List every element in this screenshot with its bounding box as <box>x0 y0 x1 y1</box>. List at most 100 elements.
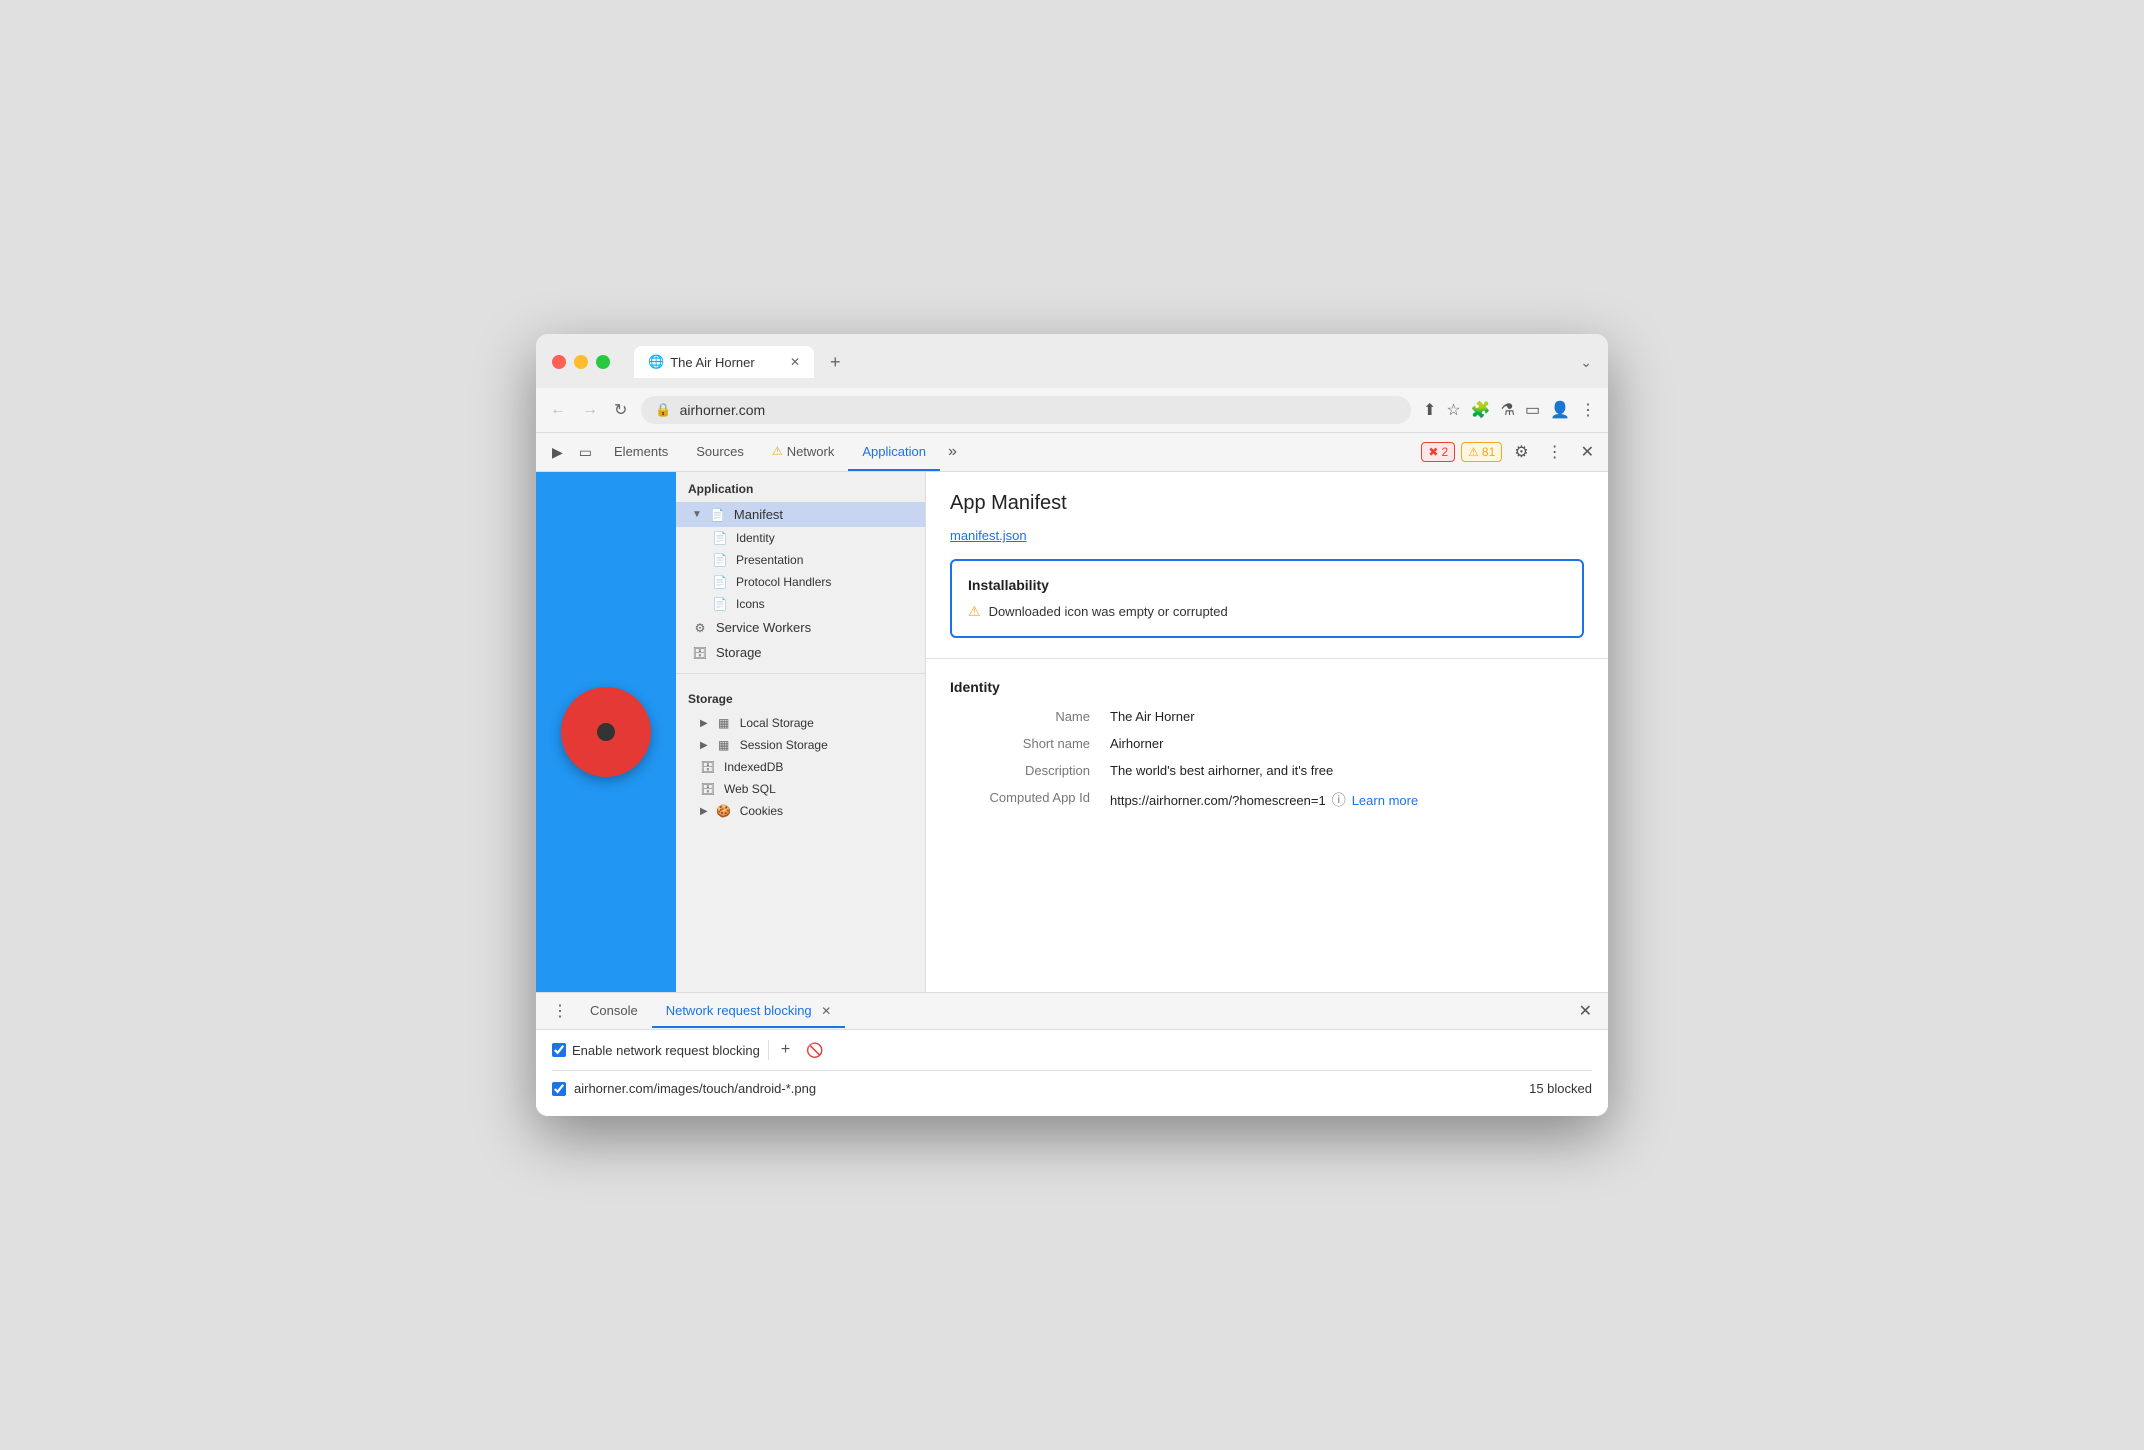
tab-network[interactable]: ⚠ Network <box>758 434 848 471</box>
computed-app-id-value: https://airhorner.com/?homescreen=1 <box>1110 793 1326 808</box>
flask-icon[interactable]: ⚗ <box>1501 400 1515 420</box>
bottom-dots-icon[interactable]: ⋮ <box>544 993 576 1029</box>
back-button[interactable]: ← <box>548 399 568 421</box>
tab-sources[interactable]: Sources <box>682 434 758 471</box>
error-count: 2 <box>1441 445 1448 459</box>
bottom-tab-bar: ⋮ Console Network request blocking ✕ ✕ <box>536 993 1608 1030</box>
warn-icon: ⚠ <box>1468 445 1479 459</box>
devtools-settings-button[interactable]: ⚙ <box>1508 436 1534 468</box>
name-value: The Air Horner <box>1110 709 1195 724</box>
sidebar-sub-item-presentation[interactable]: 📄 Presentation <box>676 549 925 571</box>
cookies-label: Cookies <box>740 804 783 818</box>
bottom-close-all-button[interactable]: ✕ <box>1571 993 1600 1029</box>
devtools-tab-list: Elements Sources ⚠ Network Application » <box>600 433 1421 471</box>
network-blocking-tab-close[interactable]: ✕ <box>821 1004 831 1018</box>
profile-icon[interactable]: 👤 <box>1550 400 1570 420</box>
bottom-tab-console[interactable]: Console <box>576 995 652 1028</box>
name-label: Name <box>950 709 1110 724</box>
installability-warning-text: Downloaded icon was empty or corrupted <box>989 604 1228 619</box>
add-rule-button[interactable]: + <box>777 1041 794 1059</box>
sidebar-item-local-storage[interactable]: ▶ ▦ Local Storage <box>676 712 925 734</box>
sidebar-sub-item-icons[interactable]: 📄 Icons <box>676 593 925 615</box>
identity-row-name: Name The Air Horner <box>950 709 1584 724</box>
sidebar-sub-item-identity[interactable]: 📄 Identity <box>676 527 925 549</box>
new-tab-button[interactable]: + <box>822 348 849 377</box>
warning-triangle-icon: ⚠ <box>968 603 981 620</box>
tab-application[interactable]: Application <box>848 434 940 471</box>
indexeddb-icon: 🗄 <box>700 760 716 774</box>
identity-section-title: Identity <box>950 679 1584 695</box>
browser-tab-active[interactable]: 🌐 The Air Horner ✕ <box>634 346 814 378</box>
learn-more-link[interactable]: Learn more <box>1352 793 1418 808</box>
manifest-json-link[interactable]: manifest.json <box>950 528 1027 543</box>
manifest-file-icon: 📄 <box>710 508 726 522</box>
reload-button[interactable]: ↻ <box>612 398 629 422</box>
warn-badge[interactable]: ⚠ 81 <box>1461 442 1502 462</box>
sidebar-item-storage[interactable]: 🗄 Storage <box>676 640 925 665</box>
storage-label: Storage <box>716 645 762 660</box>
computed-app-id-label: Computed App Id <box>950 790 1110 805</box>
network-warn-icon: ⚠ <box>772 444 783 458</box>
computed-app-id-container: https://airhorner.com/?homescreen=1 ⓘ Le… <box>1110 790 1418 810</box>
maximize-traffic-light[interactable] <box>596 355 610 369</box>
tab-elements[interactable]: Elements <box>600 434 682 471</box>
tab-chevron-icon[interactable]: ⌄ <box>1580 354 1592 371</box>
enable-blocking-checkbox[interactable] <box>552 1043 566 1057</box>
tab-application-label: Application <box>862 444 926 459</box>
session-storage-expand-icon: ▶ <box>700 740 708 751</box>
split-icon[interactable]: ▭ <box>1525 400 1540 420</box>
url-bar[interactable]: 🔒 airhorner.com <box>641 396 1411 424</box>
identity-row-description: Description The world's best airhorner, … <box>950 763 1584 778</box>
tab-elements-label: Elements <box>614 444 668 459</box>
menu-icon[interactable]: ⋮ <box>1580 400 1596 420</box>
sidebar-item-manifest[interactable]: ▼ 📄 Manifest <box>676 502 925 527</box>
cookies-icon: 🍪 <box>716 804 732 818</box>
tab-title: The Air Horner <box>670 355 755 370</box>
identity-row-computed-app-id: Computed App Id https://airhorner.com/?h… <box>950 790 1584 810</box>
sidebar-item-indexeddb[interactable]: 🗄 IndexedDB <box>676 756 925 778</box>
service-workers-label: Service Workers <box>716 620 811 635</box>
sidebar-item-cookies[interactable]: ▶ 🍪 Cookies <box>676 800 925 822</box>
devtools-more-button[interactable]: ⋮ <box>1541 436 1569 468</box>
browser-actions: ⬆ ☆ 🧩 ⚗ ▭ 👤 ⋮ <box>1423 400 1596 420</box>
extension-icon[interactable]: 🧩 <box>1471 400 1491 420</box>
block-button[interactable]: 🚫 <box>802 1042 827 1059</box>
bookmark-icon[interactable]: ☆ <box>1446 400 1460 420</box>
blocked-url-row: airhorner.com/images/touch/android-*.png… <box>552 1071 1592 1106</box>
error-badge[interactable]: ✖ 2 <box>1421 442 1455 462</box>
enable-blocking-checkbox-item[interactable]: Enable network request blocking <box>552 1043 760 1058</box>
help-icon[interactable]: ⓘ <box>1332 790 1346 810</box>
devtools-close-button[interactable]: ✕ <box>1575 436 1600 468</box>
sidebar-divider <box>676 673 925 674</box>
icons-label: Icons <box>736 597 765 611</box>
devtools-sidebar: Application ▼ 📄 Manifest 📄 Identity 📄 Pr… <box>676 472 926 992</box>
inspect-button[interactable]: ▶ <box>544 436 571 469</box>
bottom-tab-network-blocking[interactable]: Network request blocking ✕ <box>652 995 846 1028</box>
tab-bar: 🌐 The Air Horner ✕ + ⌄ <box>634 346 1592 378</box>
blocked-url-checkbox[interactable] <box>552 1082 566 1096</box>
sidebar-item-service-workers[interactable]: ⚙ Service Workers <box>676 615 925 640</box>
sidebar-sub-item-protocol-handlers[interactable]: 📄 Protocol Handlers <box>676 571 925 593</box>
error-icon: ✖ <box>1428 445 1438 459</box>
identity-file-icon: 📄 <box>712 531 728 545</box>
tab-close-button[interactable]: ✕ <box>790 355 800 369</box>
minimize-traffic-light[interactable] <box>574 355 588 369</box>
air-horner-center <box>597 723 615 741</box>
close-traffic-light[interactable] <box>552 355 566 369</box>
more-tabs-button[interactable]: » <box>940 433 965 471</box>
tab-sources-label: Sources <box>696 444 744 459</box>
sidebar-item-session-storage[interactable]: ▶ ▦ Session Storage <box>676 734 925 756</box>
local-storage-label: Local Storage <box>740 716 814 730</box>
forward-button[interactable]: → <box>580 399 600 421</box>
short-name-value: Airhorner <box>1110 736 1163 751</box>
air-horner-button[interactable] <box>561 687 651 777</box>
device-toggle-button[interactable]: ▭ <box>571 436 600 469</box>
share-icon[interactable]: ⬆ <box>1423 400 1436 420</box>
devtools-bottom-panel: ⋮ Console Network request blocking ✕ ✕ E… <box>536 992 1608 1116</box>
protocol-file-icon: 📄 <box>712 575 728 589</box>
manifest-expand-icon: ▼ <box>692 509 702 520</box>
indexeddb-label: IndexedDB <box>724 760 783 774</box>
enable-blocking-label: Enable network request blocking <box>572 1043 760 1058</box>
sidebar-item-web-sql[interactable]: 🗄 Web SQL <box>676 778 925 800</box>
lock-icon: 🔒 <box>655 402 671 418</box>
